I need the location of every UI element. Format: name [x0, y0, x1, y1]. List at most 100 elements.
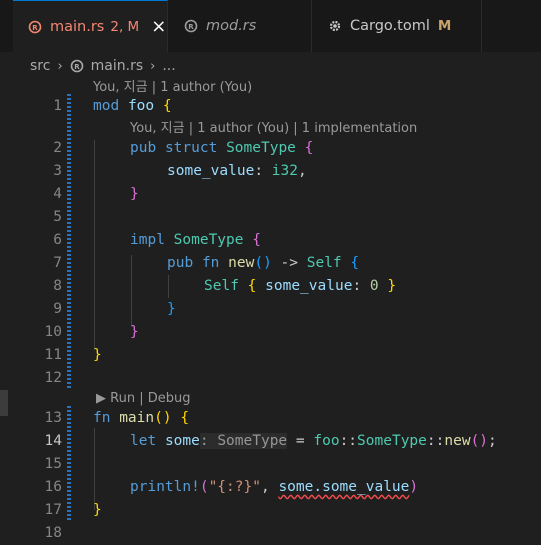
line-number: 4 — [53, 186, 62, 202]
brace: } — [93, 502, 102, 518]
tab-main-rs[interactable]: R main.rs 2, M × — [13, 0, 168, 52]
code-line: 2 pub struct SomeType { — [0, 137, 541, 160]
type-name: SomeType — [226, 140, 296, 156]
svg-text:R: R — [74, 63, 80, 71]
paren: ( — [199, 479, 209, 495]
module-name: foo — [313, 433, 340, 449]
line-number: 18 — [44, 525, 62, 541]
parens: () — [254, 255, 272, 271]
type-name: SomeType — [173, 232, 244, 248]
line-number: 10 — [44, 324, 62, 340]
keyword: impl — [130, 232, 165, 248]
breadcrumb-file[interactable]: main.rs — [91, 58, 143, 74]
breadcrumb-symbol[interactable]: ... — [162, 58, 175, 74]
brace: { — [350, 255, 360, 271]
svg-text:R: R — [32, 24, 38, 32]
code-line: 14 let some: SomeType = foo::SomeType::n… — [0, 430, 541, 453]
code-line: 16 println!("{:?}", some.some_value) — [0, 476, 541, 499]
code-line: 9 } — [0, 298, 541, 321]
error-expression[interactable]: some.some_value — [278, 479, 409, 495]
line-number: 17 — [44, 502, 62, 518]
line-number: 14 — [44, 433, 62, 449]
brace: } — [130, 324, 139, 340]
code-line: 15 — [0, 453, 541, 476]
punct: , — [297, 163, 307, 179]
line-number: 12 — [44, 370, 62, 386]
punct: ; — [488, 433, 497, 449]
keyword: pub — [167, 255, 194, 271]
tab-problem-badge: 2, M — [110, 18, 140, 35]
tab-label: Cargo.toml — [350, 18, 430, 34]
line-number: 5 — [53, 209, 62, 225]
macro-name: println! — [130, 479, 200, 495]
brace: { — [247, 278, 257, 294]
brace: { — [252, 232, 261, 248]
code-line: 12 — [0, 367, 541, 390]
keyword: fn — [201, 255, 220, 271]
paren: ) — [409, 479, 419, 495]
code-line: 5 — [0, 206, 541, 229]
line-number: 11 — [44, 347, 62, 363]
code-line: 7 pub fn new() -> Self { — [0, 252, 541, 275]
brace: } — [387, 278, 397, 294]
punct: = — [287, 433, 314, 449]
brace: { — [304, 140, 314, 156]
string-literal: "{:?}" — [208, 479, 261, 495]
tab-bar: R main.rs 2, M × R mod.rs Cargo.toml M — [0, 0, 541, 52]
code-line: 10 } — [0, 321, 541, 344]
punct: :: — [426, 433, 445, 449]
line-number: 6 — [53, 232, 62, 248]
number-literal: 0 — [369, 278, 379, 294]
code-line: 18 — [0, 522, 541, 545]
close-icon[interactable]: × — [151, 17, 166, 36]
field-name: some_value — [265, 278, 353, 294]
rust-file-icon: R — [70, 59, 83, 73]
punct: : — [254, 163, 272, 179]
line-number: 3 — [53, 163, 62, 179]
rust-file-icon: R — [184, 19, 198, 33]
punct: :: — [339, 433, 358, 449]
type-name: i32 — [271, 163, 298, 179]
arrow: -> — [271, 255, 307, 271]
brace: { — [162, 98, 172, 114]
line-number: 8 — [53, 278, 62, 294]
brace: } — [130, 186, 139, 202]
brace: { — [180, 410, 190, 426]
code-line: 1 mod foo { — [0, 95, 541, 118]
tab-label: mod.rs — [206, 18, 257, 34]
module-name: foo — [127, 98, 155, 114]
function-name: new — [228, 255, 255, 271]
variable-name: some — [164, 433, 200, 449]
code-line: 4 } — [0, 183, 541, 206]
line-number: 9 — [53, 301, 62, 317]
keyword: fn — [93, 410, 111, 426]
code-editor[interactable]: You, 지금 | 1 author (You) You, 지금 | 1 aut… — [0, 76, 541, 541]
function-name: main — [119, 410, 155, 426]
inlay-type-hint: : SomeType — [199, 433, 288, 449]
keyword: let — [130, 433, 157, 449]
svg-text:R: R — [188, 23, 194, 31]
punct: , — [260, 479, 279, 495]
tab-label: main.rs — [50, 18, 105, 35]
field-name: some_value — [167, 163, 255, 179]
rust-file-icon: R — [28, 20, 42, 33]
breadcrumb: src › R main.rs › ... — [30, 55, 176, 77]
tab-cargo-toml[interactable]: Cargo.toml M — [312, 0, 482, 52]
punct: : — [352, 278, 370, 294]
code-line: 13 fn main() { — [0, 407, 541, 430]
tab-mod-rs[interactable]: R mod.rs — [168, 0, 312, 52]
line-number: 7 — [53, 255, 62, 271]
line-number: 15 — [44, 456, 62, 472]
keyword: pub — [130, 140, 157, 156]
parens: () — [470, 433, 489, 449]
code-line: 11 } — [0, 344, 541, 367]
code-line: 3 some_value: i32, — [0, 160, 541, 183]
chevron-right-icon: › — [150, 58, 156, 74]
gear-icon — [329, 20, 341, 32]
keyword: struct — [164, 140, 218, 156]
type-name: Self — [204, 278, 239, 294]
code-line: 17 } — [0, 499, 541, 522]
tab-modified-badge: M — [437, 18, 452, 34]
function-name: new — [444, 433, 471, 449]
breadcrumb-folder[interactable]: src — [30, 58, 50, 74]
